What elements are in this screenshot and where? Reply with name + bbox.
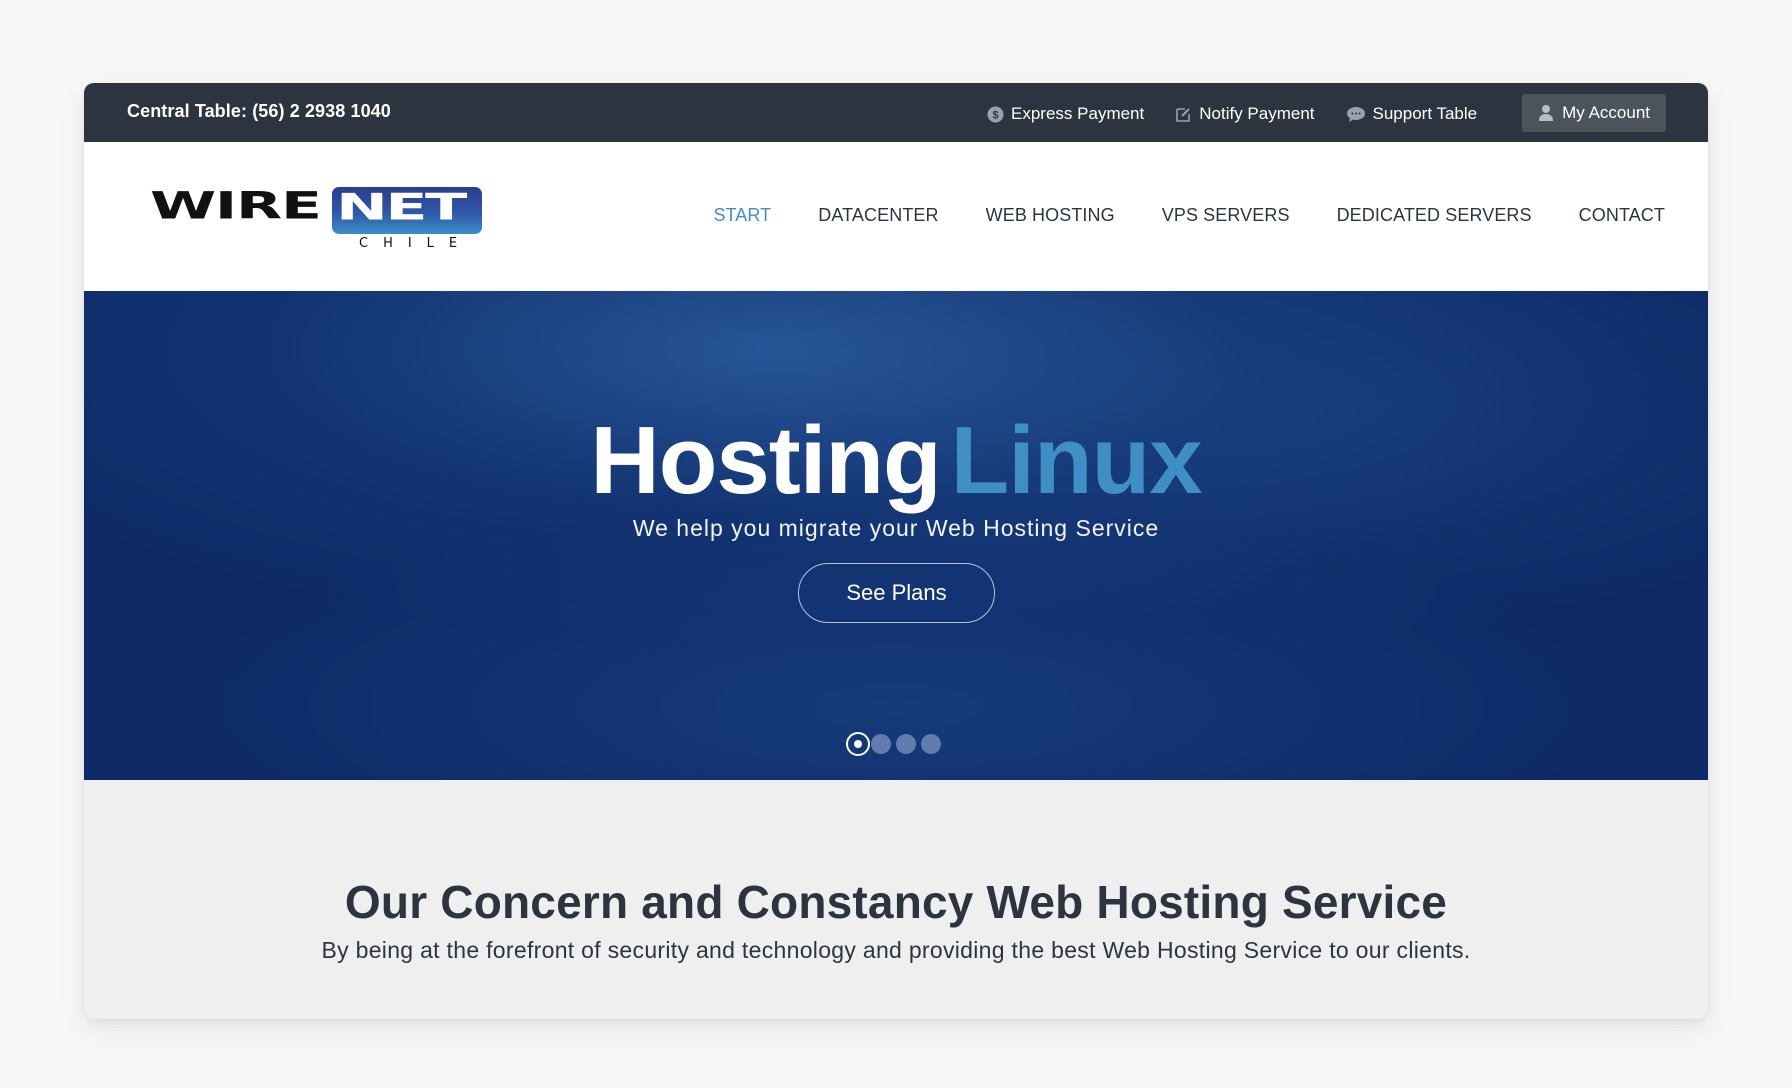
support-table-link[interactable]: Support Table [1346, 101, 1478, 124]
page-card: Central Table: (56) 2 2938 1040 $ Expres… [84, 83, 1708, 1019]
slider-dot-4[interactable] [921, 734, 941, 754]
about-text: By being at the forefront of security an… [321, 937, 1471, 963]
slider-dots [846, 732, 946, 756]
slider-dot-3[interactable] [896, 734, 916, 754]
my-account-button[interactable]: My Account [1522, 93, 1666, 132]
logo-wire-text: WIRE [150, 184, 322, 228]
main-nav: START DATACENTER WEB HOSTING VPS SERVERS… [666, 205, 1665, 226]
logo-net-text: NET [336, 187, 467, 229]
notify-payment-label: Notify Payment [1199, 104, 1315, 123]
nav-vps-servers[interactable]: VPS SERVERS [1162, 205, 1290, 226]
nav-web-hosting[interactable]: WEB HOSTING [986, 205, 1115, 226]
slider-dot-1[interactable] [846, 732, 870, 756]
slider-dot-2[interactable] [871, 734, 891, 754]
hero-subtitle: We help you migrate your Web Hosting Ser… [632, 515, 1160, 541]
nav-datacenter[interactable]: DATACENTER [818, 205, 938, 226]
hero-title: Hosting Linux [84, 409, 1708, 513]
my-account-label: My Account [1562, 102, 1650, 122]
about-title: Our Concern and Constancy Web Hosting Se… [344, 876, 1448, 928]
chat-bubble-icon [1346, 106, 1366, 123]
nav-start[interactable]: START [713, 205, 771, 226]
user-icon [1538, 104, 1554, 121]
wirenet-logo[interactable]: WIRE NET CHILE [150, 185, 482, 251]
svg-text:$: $ [992, 109, 998, 121]
express-payment-link[interactable]: $ Express Payment [987, 101, 1144, 124]
support-table-label: Support Table [1372, 104, 1478, 123]
hero-title-accent: Linux [950, 407, 1203, 514]
site-header: WIRE NET CHILE START DATACENTER WEB HOST… [84, 142, 1708, 291]
dollar-circle-icon: $ [987, 106, 1004, 123]
top-links: $ Express Payment Notify Payment Support… [987, 93, 1666, 132]
express-payment-label: Express Payment [1011, 104, 1145, 123]
hero-title-main: Hosting [590, 407, 941, 514]
nav-dedicated-servers[interactable]: DEDICATED SERVERS [1337, 205, 1532, 226]
top-bar: Central Table: (56) 2 2938 1040 $ Expres… [84, 83, 1708, 142]
notify-payment-link[interactable]: Notify Payment [1175, 101, 1315, 124]
about-section: Our Concern and Constancy Web Hosting Se… [84, 780, 1708, 1019]
central-phone: Central Table: (56) 2 2938 1040 [127, 101, 391, 121]
see-plans-button[interactable]: See Plans [798, 563, 995, 623]
nav-contact[interactable]: CONTACT [1579, 205, 1665, 226]
hero-slider: Hosting Linux We help you migrate your We… [84, 291, 1708, 780]
logo-net-box: NET [332, 187, 482, 234]
edit-icon [1175, 106, 1192, 123]
logo-chile-text: CHILE [359, 236, 473, 251]
